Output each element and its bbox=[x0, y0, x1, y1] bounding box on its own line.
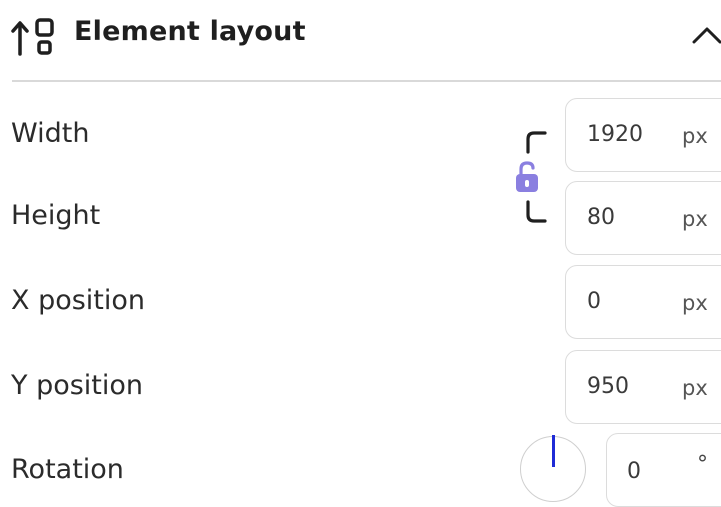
layout-align-icon bbox=[10, 16, 60, 58]
chevron-up-icon[interactable] bbox=[690, 20, 721, 50]
height-label: Height bbox=[11, 200, 101, 231]
unlock-icon[interactable] bbox=[514, 160, 542, 194]
y-position-label: Y position bbox=[11, 370, 144, 401]
height-input[interactable] bbox=[587, 205, 657, 230]
y-position-unit: px bbox=[682, 376, 708, 400]
panel-title: Element layout bbox=[74, 16, 306, 47]
width-input[interactable] bbox=[587, 122, 657, 147]
panel-header[interactable]: Element layout bbox=[0, 0, 721, 80]
rotation-input[interactable] bbox=[627, 459, 677, 484]
x-position-input[interactable] bbox=[587, 289, 657, 314]
rotation-unit: ° bbox=[697, 452, 708, 477]
height-unit: px bbox=[682, 207, 708, 231]
rotation-field[interactable]: ° bbox=[606, 433, 721, 507]
y-position-field[interactable]: px bbox=[565, 350, 721, 424]
rotation-label: Rotation bbox=[11, 454, 124, 485]
element-layout-panel: Element layout Width px Height px bbox=[0, 0, 721, 507]
rotation-dial-needle bbox=[552, 435, 555, 467]
x-position-field[interactable]: px bbox=[565, 265, 721, 339]
width-unit: px bbox=[682, 124, 708, 148]
header-divider bbox=[12, 80, 721, 82]
width-field[interactable]: px bbox=[565, 98, 721, 172]
width-label: Width bbox=[11, 118, 90, 149]
x-position-unit: px bbox=[682, 291, 708, 315]
x-position-label: X position bbox=[11, 285, 146, 316]
rotation-dial[interactable] bbox=[520, 435, 586, 502]
height-field[interactable]: px bbox=[565, 181, 721, 255]
y-position-input[interactable] bbox=[587, 374, 657, 399]
